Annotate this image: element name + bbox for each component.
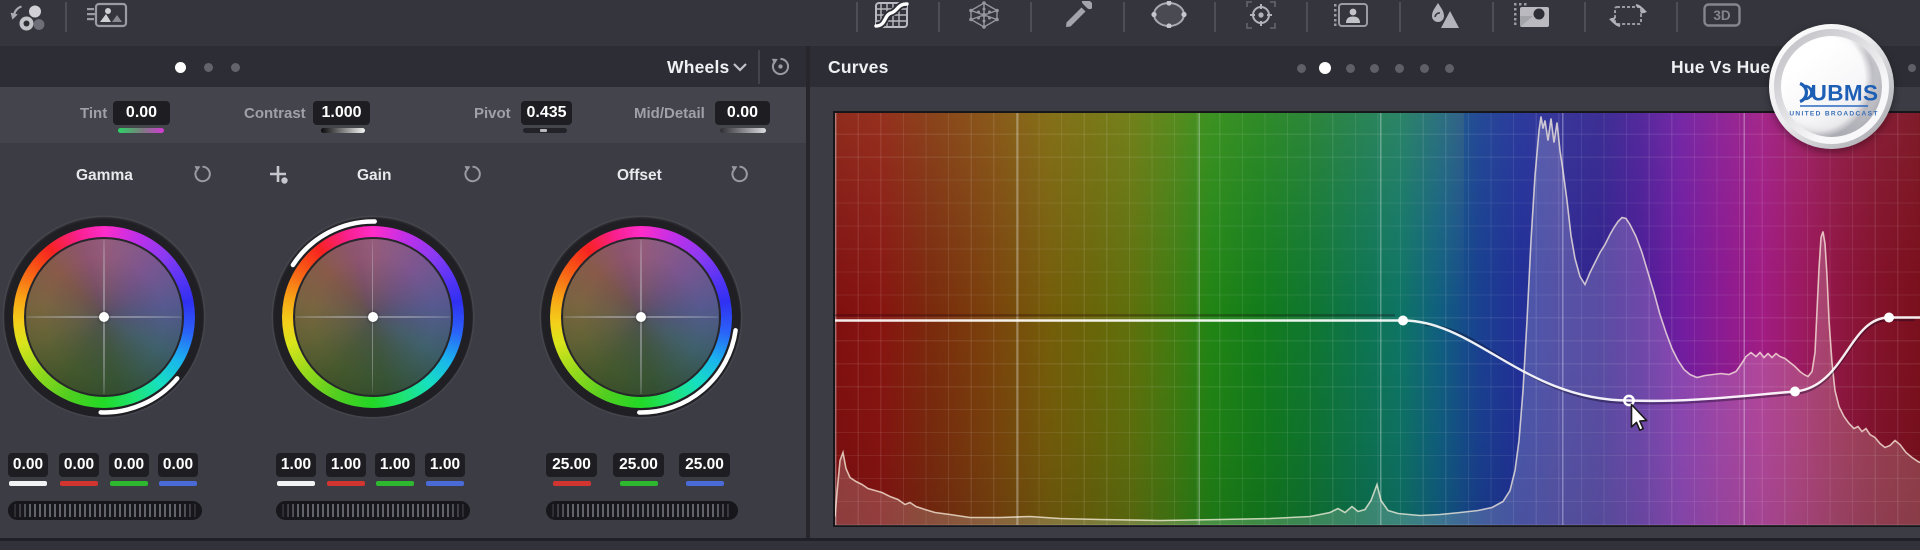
- svg-text:3D: 3D: [1713, 8, 1731, 23]
- svg-text:UNITED BROADCAST: UNITED BROADCAST: [1789, 111, 1878, 118]
- svg-text:UBMS: UBMS: [1811, 81, 1879, 106]
